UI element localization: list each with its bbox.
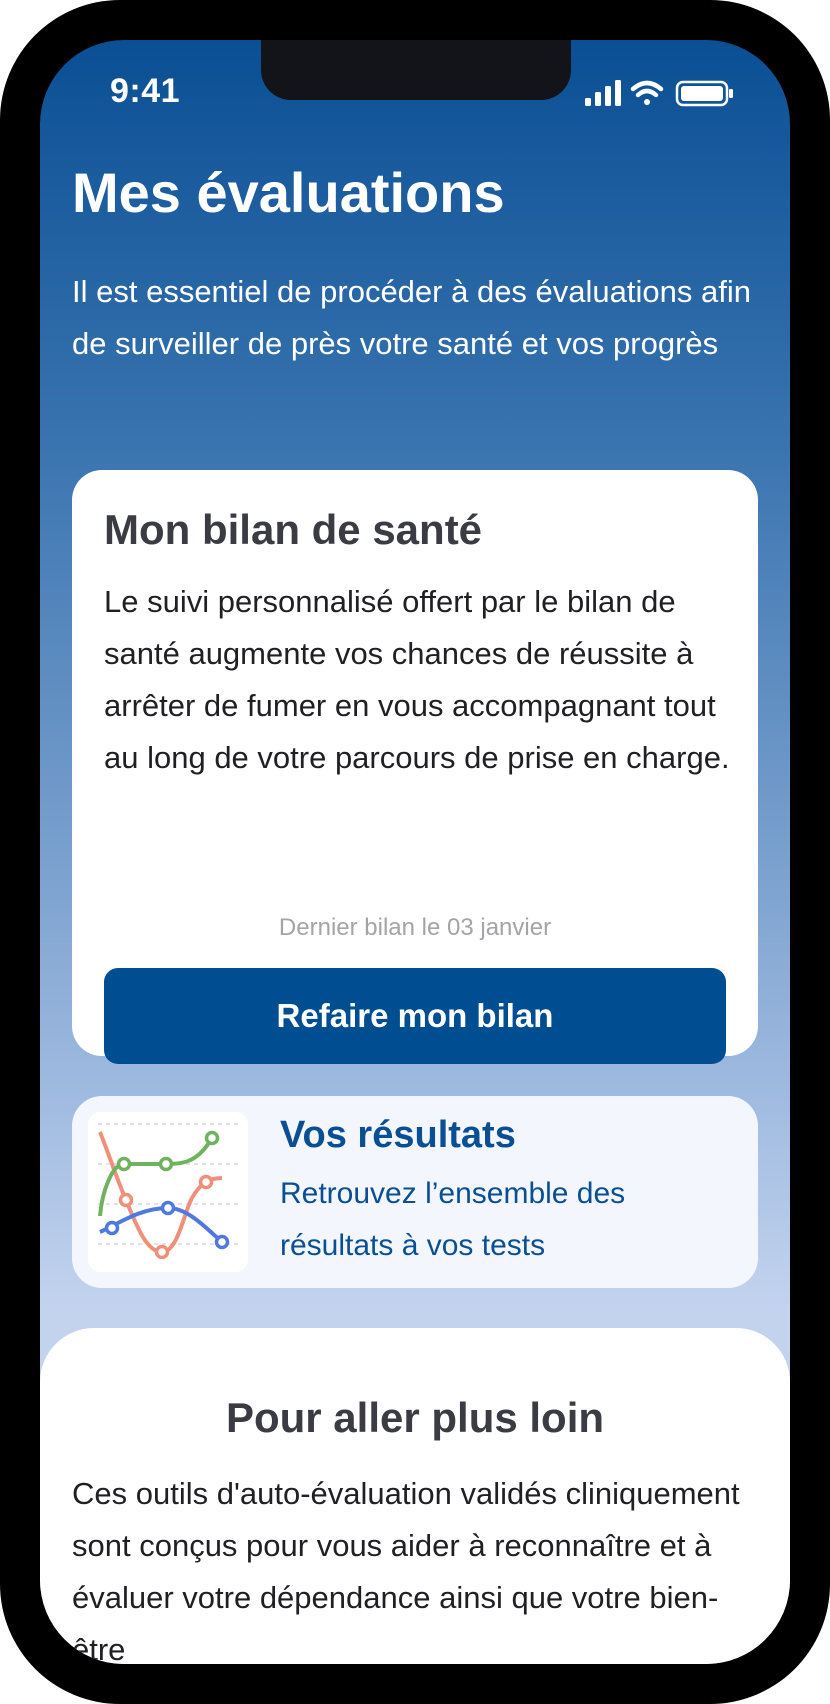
further-description: Ces outils d'auto-évaluation validés cli… xyxy=(72,1476,740,1664)
health-check-card: Mon bilan de santé Le suivi personnalisé… xyxy=(72,470,758,1064)
redo-check-button[interactable]: Refaire mon bilan xyxy=(104,968,726,1064)
battery-icon xyxy=(675,80,733,107)
status-icons xyxy=(585,78,745,108)
further-section: Pour aller plus loin Ces outils d'auto-é… xyxy=(40,1328,790,1664)
phone-frame: 9:41 Mes évaluations Il est essentiel de… xyxy=(0,0,830,1704)
page-intro: Il est essentiel de procéder à des évalu… xyxy=(72,274,751,361)
page-title: Mes évaluations xyxy=(72,161,505,224)
signal-icon xyxy=(585,80,621,106)
results-title: Vos résultats xyxy=(280,1114,516,1156)
last-check-date: Dernier bilan le 03 janvier xyxy=(278,914,552,941)
results-subtitle: Retrouvez l’ensemble des résultats à vos… xyxy=(280,1177,626,1262)
camera-notch xyxy=(261,40,571,100)
health-check-title: Mon bilan de santé xyxy=(104,506,483,553)
wifi-icon xyxy=(630,80,664,105)
health-check-description: Le suivi personnalisé offert par le bila… xyxy=(104,584,730,775)
further-title: Pour aller plus loin xyxy=(225,1394,605,1441)
results-card[interactable]: Vos résultats Retrouvez l’ensemble des r… xyxy=(72,1096,758,1288)
app-screen: 9:41 Mes évaluations Il est essentiel de… xyxy=(40,40,790,1664)
line-chart-icon xyxy=(88,1112,248,1272)
status-time: 9:41 xyxy=(110,72,181,110)
